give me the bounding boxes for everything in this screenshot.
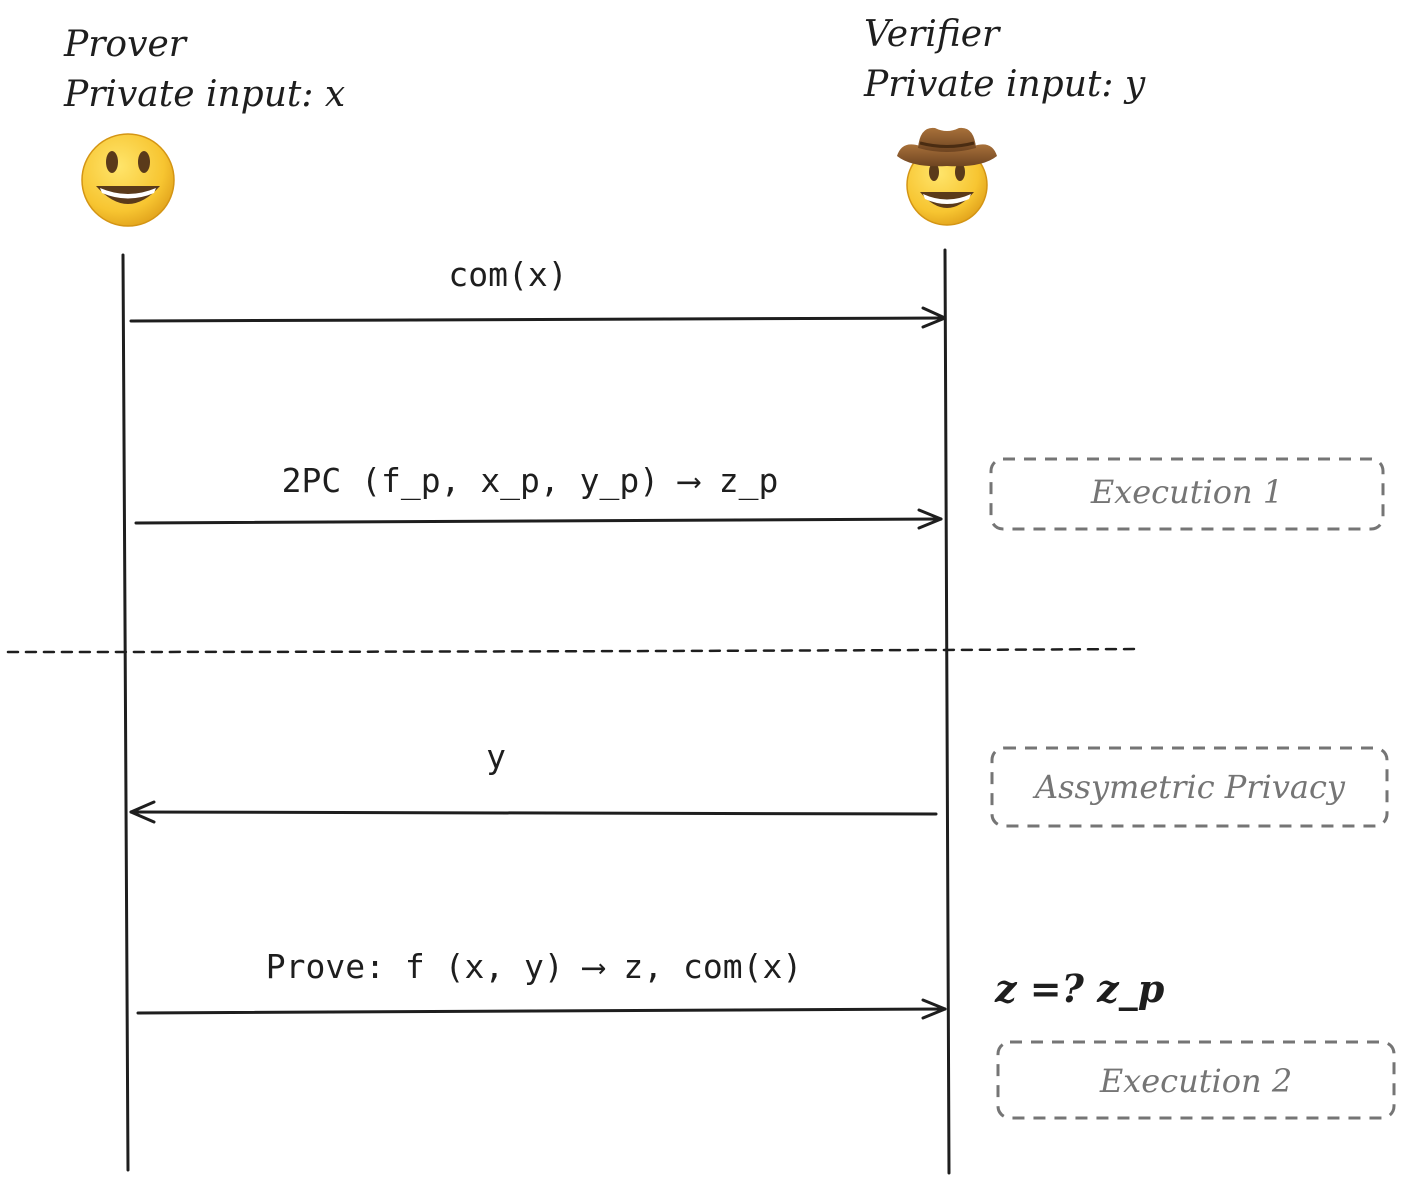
message-label-2pc: 2PC (f_p, x_p, y_p) ⟶ z_p: [282, 461, 779, 501]
equality-check-note: z =? z_p: [994, 966, 1165, 1011]
message-label-prove: Prove: f (x, y) ⟶ z, com(x): [266, 947, 802, 986]
execution-1-label: Execution 1: [1090, 473, 1283, 511]
prover-private-input: Private input: x: [63, 74, 345, 115]
verifier-lifeline: [943, 248, 951, 1175]
message-arrow-prove: [136, 998, 947, 1020]
phase-divider: [6, 647, 1142, 654]
execution-2-box: Execution 2: [996, 1040, 1396, 1120]
verifier-private-input: Private input: y: [863, 64, 1146, 105]
message-label-commit: com(x): [448, 255, 567, 294]
prover-lifeline: [121, 253, 130, 1172]
asymmetric-privacy-box: Assymetric Privacy: [990, 746, 1389, 828]
prover-title: Prover: [63, 24, 188, 65]
message-label-y: y: [486, 737, 506, 776]
execution-2-label: Execution 2: [1099, 1062, 1292, 1100]
message-arrow-2pc: [134, 508, 943, 530]
grinning-face-icon: [81, 133, 175, 227]
message-arrow-y: [129, 800, 938, 824]
asymmetric-privacy-label: Assymetric Privacy: [1032, 768, 1346, 806]
verifier-title: Verifier: [864, 14, 1001, 55]
sequence-diagram: Prover Private input: x Verifier Private…: [6, 14, 1396, 1175]
execution-1-box: Execution 1: [989, 457, 1385, 531]
cowboy-hat-face-icon: [897, 127, 997, 226]
message-arrow-commit: [129, 306, 947, 329]
